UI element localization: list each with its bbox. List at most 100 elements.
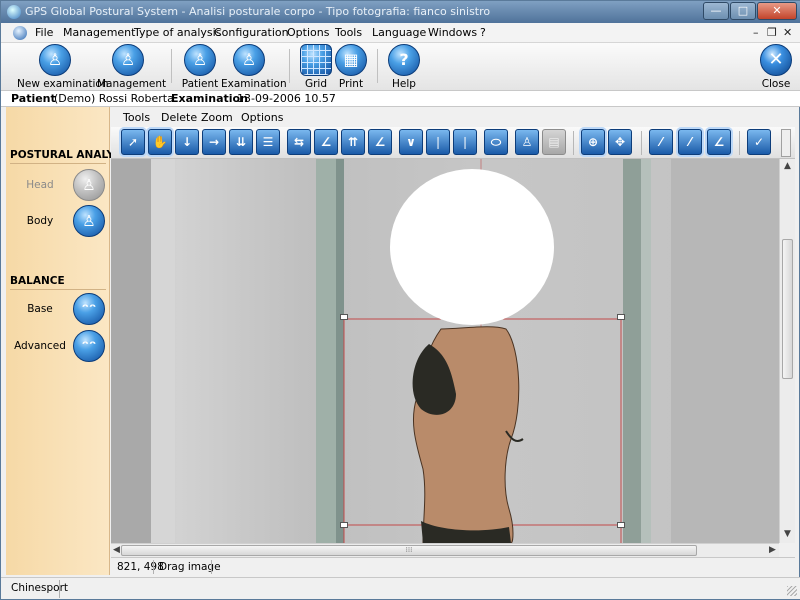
scroll-down-icon[interactable]: ▼ (784, 529, 791, 539)
divider (10, 289, 106, 290)
posture-photo (111, 159, 779, 543)
menu-file[interactable]: File (35, 26, 53, 39)
disabled-tool-button[interactable]: ▤ (542, 129, 566, 155)
grid-handle[interactable] (340, 314, 348, 320)
app-window: GPS Global Postural System - Analisi pos… (0, 0, 800, 600)
distance-tool-button[interactable]: ⇆ (287, 129, 311, 155)
minimize-button[interactable]: — (703, 2, 729, 20)
cursor-coordinates: 821, 498 (117, 561, 164, 573)
measure-a-tool-button[interactable]: ⁄ (649, 129, 673, 155)
canvas-menu-bar: Tools Delete Zoom Options (111, 107, 795, 127)
sidebar-item-label: Base (27, 303, 53, 315)
scroll-thumb[interactable]: ⁞⁞⁞ (121, 545, 697, 556)
v-angle-tool-button[interactable]: ∨ (399, 129, 423, 155)
person-icon: ♙ (233, 44, 265, 76)
new-examination-button[interactable]: ♙ New examination (17, 44, 109, 90)
canvas-menu-delete[interactable]: Delete (161, 111, 197, 124)
horizontal-scrollbar[interactable]: ◀ ⁞⁞⁞ ▶ (111, 543, 779, 557)
canvas-menu-options[interactable]: Options (241, 111, 283, 124)
patient-label: Patient (11, 92, 56, 105)
sidebar-item-head[interactable]: Head ♙ (6, 169, 110, 203)
report-tool-button[interactable]: ✓ (747, 129, 771, 155)
grid-handle[interactable] (617, 522, 625, 528)
move-tool-button[interactable]: ✥ (608, 129, 632, 155)
body-icon: ♙ (73, 205, 105, 237)
plumb-line-tool-button[interactable]: ⇊ (229, 129, 253, 155)
zoom-tool-button[interactable]: ⊕ (581, 129, 605, 155)
print-icon: ▦ (335, 44, 367, 76)
help-button[interactable]: ? Help (387, 44, 421, 90)
button-label: Print (338, 78, 364, 90)
balance-heading: BALANCE (10, 275, 65, 287)
mdi-minimize-button[interactable]: – (753, 26, 759, 39)
canvas-menu-tools[interactable]: Tools (123, 111, 150, 124)
person-icon: ♙ (39, 44, 71, 76)
toolstrip-separator (573, 131, 574, 155)
close-window-button[interactable]: ✕ (757, 2, 797, 20)
print-button[interactable]: ▦ Print (335, 44, 367, 90)
button-label: Help (392, 78, 416, 90)
measure-b-tool-button[interactable]: ⁄ (678, 129, 702, 155)
examination-date: 13-09-2006 10.57 (237, 92, 336, 105)
scroll-thumb[interactable] (782, 239, 793, 379)
person-icon: ♙ (112, 44, 144, 76)
grid-handle[interactable] (617, 314, 625, 320)
status-divider (153, 560, 154, 574)
vertical-scrollbar[interactable]: ▲ ▼ (779, 159, 795, 543)
menu-options[interactable]: Options (287, 26, 329, 39)
levels-tool-button[interactable]: ☰ (256, 129, 280, 155)
vertical-line-tool-button[interactable]: ↓ (175, 129, 199, 155)
resize-grip-icon[interactable] (787, 586, 797, 596)
patient-name: (Demo) Rossi Roberta (54, 92, 174, 105)
button-label: Grid (304, 78, 328, 90)
sidebar-item-advanced[interactable]: Advanced ᵔᵔ (6, 330, 110, 364)
status-divider (211, 560, 212, 574)
angle-tool-button[interactable]: ∠ (314, 129, 338, 155)
button-label: New examination (17, 78, 109, 90)
grid-handle[interactable] (340, 522, 348, 528)
vertical-distance-tool-button[interactable]: ⇈ (341, 129, 365, 155)
menu-tools[interactable]: Tools (335, 26, 362, 39)
body-outline-tool-button[interactable]: ♙ (515, 129, 539, 155)
horizontal-line-tool-button[interactable]: → (202, 129, 226, 155)
feet-icon: ᵔᵔ (73, 293, 105, 325)
grid-button[interactable]: Grid (299, 44, 333, 90)
sidebar-item-label: Body (26, 215, 54, 227)
mdi-restore-button[interactable]: ❐ (767, 26, 777, 39)
select-tool-button[interactable]: ➚ (121, 129, 145, 155)
scroll-up-icon[interactable]: ▲ (784, 161, 791, 171)
pan-tool-button[interactable]: ✋ (148, 129, 172, 155)
app-menu-icon[interactable] (13, 26, 27, 40)
sidebar-item-base[interactable]: Base ᵔᵔ (6, 293, 110, 327)
image-canvas[interactable] (111, 159, 779, 543)
button-label: Patient (181, 78, 219, 90)
close-button[interactable]: ✕ Close (759, 44, 793, 90)
menu-configuration[interactable]: Configuration (214, 26, 289, 39)
menu-management[interactable]: Management (63, 26, 135, 39)
ellipse-tool-button[interactable]: ⬭ (484, 129, 508, 155)
analysis-sidebar: POSTURAL ANALYSIS Head ♙ Body ♙ BALANCE … (6, 107, 133, 575)
app-status-bar: Chinesport (1, 577, 800, 599)
maximize-button[interactable]: □ (730, 2, 756, 20)
feet-icon: ᵔᵔ (73, 330, 105, 362)
menu-windows[interactable]: Windows (428, 26, 477, 39)
menu-language[interactable]: Language (372, 26, 426, 39)
head-icon: ♙ (73, 169, 105, 201)
title-bar[interactable]: GPS Global Postural System - Analisi pos… (1, 1, 800, 23)
scroll-right-icon[interactable]: ▶ (769, 545, 776, 555)
sidebar-item-body[interactable]: Body ♙ (6, 205, 110, 239)
right-foot-tool-button[interactable]: ❘ (453, 129, 477, 155)
canvas-menu-zoom[interactable]: Zoom (201, 111, 233, 124)
sidebar-item-label: Advanced (14, 340, 66, 352)
mdi-close-button[interactable]: ✕ (783, 26, 792, 39)
patient-button[interactable]: ♙ Patient (181, 44, 219, 90)
measure-c-tool-button[interactable]: ∠ (707, 129, 731, 155)
menu-type-of-analysis[interactable]: Type of analysis (134, 26, 221, 39)
toolstrip-scroll[interactable] (781, 129, 791, 157)
menu-help[interactable]: ? (480, 26, 486, 39)
scroll-left-icon[interactable]: ◀ (113, 545, 120, 555)
left-foot-tool-button[interactable]: ❘ (426, 129, 450, 155)
examination-button[interactable]: ♙ Examination (221, 44, 287, 90)
management-button[interactable]: ♙ Management (97, 44, 166, 90)
incline-tool-button[interactable]: ∠ (368, 129, 392, 155)
